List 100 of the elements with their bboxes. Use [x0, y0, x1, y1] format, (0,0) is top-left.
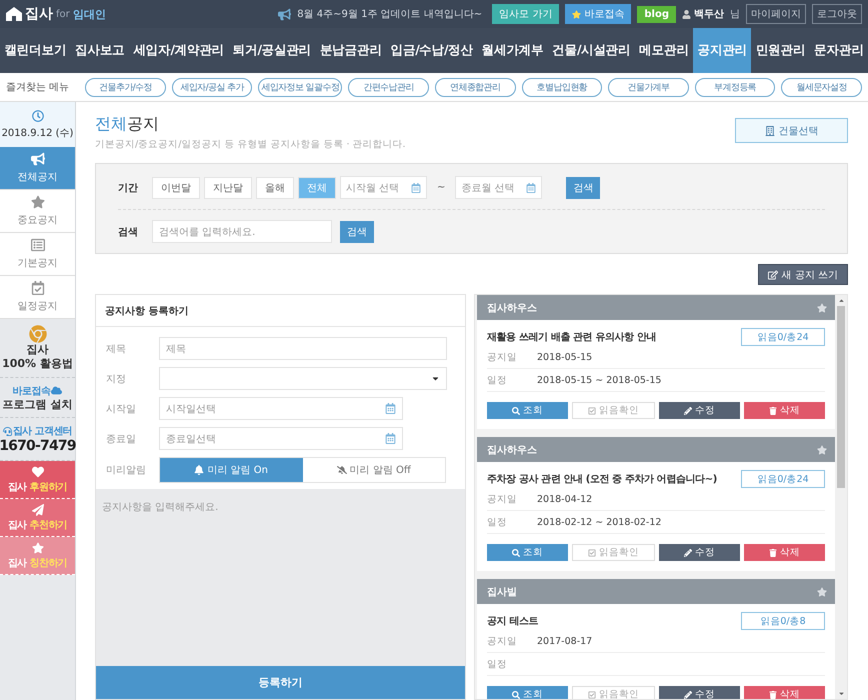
nav-tab[interactable]: 집사보고 [70, 28, 129, 73]
sidebar-item[interactable]: 전체공지 [0, 147, 75, 190]
favorite-menu-button[interactable]: 연체종합관리 [434, 78, 516, 96]
top-button[interactable]: blog [637, 6, 676, 22]
nav-tab[interactable]: 문자관리 [810, 28, 868, 73]
top-button[interactable]: 바로접속 [565, 4, 632, 24]
start-month-field[interactable]: 시작월 선택 [340, 176, 427, 199]
promo-button[interactable]: 집사 후원하기 [0, 461, 75, 500]
calendar-icon [526, 182, 536, 192]
field-label: 미리알림 [106, 464, 147, 477]
sidebar-item[interactable]: 기본공지 [0, 233, 75, 276]
edit-icon [768, 270, 778, 280]
period-button[interactable]: 전체 [298, 176, 336, 198]
user-suffix: 님 [730, 8, 740, 21]
search-field[interactable]: 검색어를 입력하세요. [152, 220, 332, 243]
calendar-icon [385, 403, 396, 414]
action-button[interactable]: 수정 [659, 402, 740, 419]
action-button[interactable]: 조회 [487, 544, 568, 561]
nav-tab[interactable]: 퇴거/공실관리 [228, 28, 316, 73]
star-icon [572, 10, 582, 18]
posted-date: 2017-08-17 [537, 636, 592, 646]
calendar-icon [385, 433, 396, 444]
nav-tab[interactable]: 세입자/계약관리 [128, 28, 228, 73]
period-button[interactable]: 올해 [256, 176, 294, 198]
new-notice-button[interactable]: 새 공지 쓰기 [758, 264, 848, 285]
end-month-field[interactable]: 종료월 선택 [455, 176, 542, 199]
install-link[interactable]: 바로접속 프로그램 설치 [0, 378, 75, 418]
action-button[interactable]: 삭제 [744, 544, 825, 561]
title-field[interactable]: 제목 [158, 337, 447, 360]
nav-tab[interactable]: 메모관리 [634, 28, 694, 73]
search-icon [512, 406, 520, 414]
schedule-range: 2018-02-12 ~ 2018-02-12 [537, 516, 662, 528]
pencil-icon [684, 690, 692, 698]
search-button[interactable]: 검색 [340, 220, 374, 242]
favorite-menu-button[interactable]: 호별납입현황 [522, 78, 602, 96]
sidebar-item[interactable]: 일정공지 [0, 276, 75, 319]
nav-tab[interactable]: 분납금관리 [315, 28, 386, 73]
favorites-label: 즐겨찾는 메뉴 [6, 81, 70, 94]
house-logo-icon [6, 7, 22, 21]
star-icon[interactable] [817, 302, 827, 312]
scroll-up-icon[interactable] [838, 297, 844, 304]
period-button[interactable]: 이번달 [152, 176, 200, 198]
period-search-button[interactable]: 검색 [566, 176, 600, 198]
bell-off-icon [336, 465, 347, 475]
action-button[interactable]: 삭제 [744, 686, 825, 699]
read-count-button[interactable]: 읽음0/총24 [741, 470, 825, 488]
action-button[interactable]: 조회 [487, 686, 568, 699]
star-icon[interactable] [817, 586, 827, 596]
period-label: 기간 [118, 182, 139, 194]
action-button[interactable]: 읽음확인 [572, 544, 655, 561]
alert-toggle[interactable]: 미리 알림 On [160, 458, 302, 482]
logo-audience: 임대인 [72, 6, 106, 22]
date-field[interactable]: 시작일선택 [159, 397, 403, 420]
promo-button[interactable]: 집사 칭찬하기 [0, 537, 75, 576]
calendar-check-icon [30, 281, 44, 295]
building-name: 집사하우스 [487, 444, 537, 456]
favorite-menu-button[interactable]: 간편수납관리 [348, 78, 429, 96]
favorite-menu-button[interactable]: 부계정등록 [694, 78, 776, 96]
account-link[interactable]: 마이페이지 [746, 4, 806, 24]
action-button[interactable]: 읽음확인 [572, 402, 655, 419]
calendar-icon [411, 182, 421, 192]
top-button[interactable]: 임사모 가기 [492, 4, 560, 24]
notice-body-field[interactable]: 공지사항을 입력해주세요. [96, 489, 465, 666]
building-select-button[interactable]: 건물선택 [735, 118, 848, 143]
trash-icon [769, 690, 777, 698]
favorite-menu-button[interactable]: 월세문자설정 [781, 78, 862, 96]
period-button[interactable]: 지난달 [204, 176, 252, 198]
nav-tab[interactable]: 공지관리 [693, 28, 752, 73]
scroll-down-icon[interactable] [838, 690, 844, 697]
star-icon [32, 542, 44, 554]
account-link[interactable]: 로그아웃 [812, 4, 862, 24]
read-count-button[interactable]: 읽음0/총8 [741, 612, 825, 630]
nav-tab[interactable]: 월세가계부 [477, 28, 548, 73]
action-button[interactable]: 수정 [659, 544, 740, 561]
info-label: 공지일 [487, 634, 518, 648]
action-button[interactable]: 읽음확인 [572, 686, 655, 699]
field-label: 제목 [106, 342, 127, 356]
favorite-menu-button[interactable]: 세입자정보 일괄수정 [258, 78, 342, 96]
favorite-menu-button[interactable]: 세입자/공실 추가 [172, 78, 252, 96]
date-field[interactable]: 종료일선택 [159, 427, 403, 450]
submit-button[interactable]: 등록하기 [96, 666, 465, 699]
favorite-menu-button[interactable]: 건물추가/수정 [85, 78, 166, 96]
building-dropdown[interactable] [158, 367, 447, 390]
building-name: 집사하우스 [487, 302, 537, 314]
action-button[interactable]: 삭제 [744, 402, 825, 419]
notice-title: 주차장 공사 관련 안내 (오전 중 주차가 어렵습니다~) [487, 473, 717, 486]
read-count-button[interactable]: 읽음0/총24 [741, 328, 825, 346]
guide-link[interactable]: 집사 100% 활용법 [0, 319, 75, 378]
nav-tab[interactable]: 민원관리 [751, 28, 810, 73]
action-button[interactable]: 수정 [659, 686, 740, 699]
favorite-menu-button[interactable]: 건물가계부 [608, 78, 689, 96]
star-icon[interactable] [817, 444, 827, 454]
action-button[interactable]: 조회 [487, 402, 568, 419]
sidebar-item[interactable]: 중요공지 [0, 190, 75, 233]
update-notice: 8월 4주~9월 1주 업데이트 내역입니다~ [297, 8, 482, 21]
building-name: 집사빌 [487, 586, 517, 598]
nav-tab[interactable]: 입금/수납/정산 [386, 28, 478, 73]
nav-tab[interactable]: 캘린더보기 [0, 28, 71, 73]
promo-button[interactable]: 집사 추천하기 [0, 499, 75, 538]
nav-tab[interactable]: 건물/시설관리 [548, 28, 635, 73]
